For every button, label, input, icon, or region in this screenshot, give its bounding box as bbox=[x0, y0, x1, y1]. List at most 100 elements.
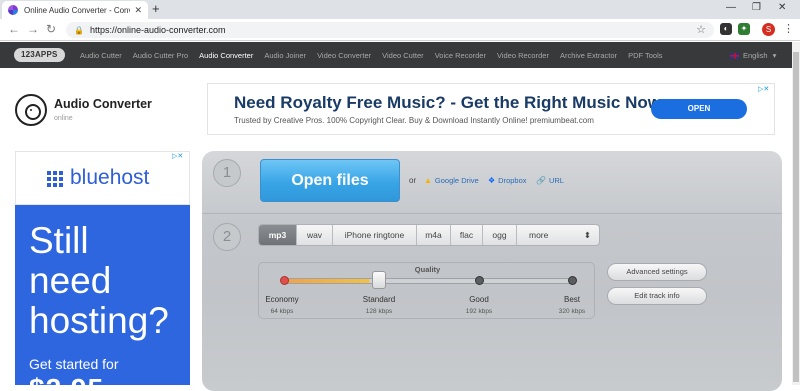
nav-link-video-recorder[interactable]: Video Recorder bbox=[497, 51, 549, 60]
link-icon: 🔗 bbox=[536, 176, 546, 185]
format-more-dropdown[interactable]: more ⬍ bbox=[517, 225, 599, 245]
address-bar[interactable]: 🔒 https://online-audio-converter.com ☆ bbox=[66, 22, 714, 38]
advanced-settings-button[interactable]: Advanced settings bbox=[607, 263, 707, 281]
ad-headline[interactable]: Need Royalty Free Music? - Get the Right… bbox=[234, 93, 665, 113]
google-drive-label: Google Drive bbox=[434, 176, 479, 185]
site-nav-bar: 123APPS Audio Cutter Audio Cutter Pro Au… bbox=[0, 42, 792, 68]
nav-link-audio-cutter-pro[interactable]: Audio Cutter Pro bbox=[133, 51, 188, 60]
quality-level-bitrate: 192 kbps bbox=[465, 308, 493, 315]
side-ad-headline-line: hosting? bbox=[29, 300, 169, 341]
format-tab-mp3[interactable]: mp3 bbox=[259, 225, 297, 245]
quality-level-bitrate: 64 kbps bbox=[270, 308, 294, 315]
nav-link-archive-extractor[interactable]: Archive Extractor bbox=[560, 51, 617, 60]
url-text: https://online-audio-converter.com bbox=[89, 25, 226, 35]
quality-label: Quality bbox=[414, 265, 441, 274]
extension-icon[interactable]: ✦ bbox=[738, 23, 750, 35]
bluehost-logo-icon bbox=[47, 171, 63, 187]
vinyl-disc-icon bbox=[15, 94, 47, 126]
quality-level-name: Good bbox=[469, 295, 489, 304]
ad-text: Trusted by Creative Pros. 100% Copyright… bbox=[234, 116, 594, 125]
url-link[interactable]: 🔗 URL bbox=[536, 176, 564, 185]
adchoices-icon[interactable]: ▷✕ bbox=[758, 85, 769, 93]
open-files-button[interactable]: Open files bbox=[260, 159, 400, 202]
quality-stop-good[interactable] bbox=[475, 276, 484, 285]
converter-panel: 1 Open files or ▲ Google Drive ❖ Dropbox… bbox=[202, 151, 782, 391]
side-ad-headline-line: Still bbox=[29, 220, 89, 261]
banner-ad[interactable]: Need Royalty Free Music? - Get the Right… bbox=[207, 83, 775, 135]
browser-menu-icon[interactable]: ⋮ bbox=[783, 22, 794, 35]
back-icon[interactable]: ← bbox=[8, 22, 20, 36]
or-label: or bbox=[409, 176, 417, 185]
browser-titlebar: Online Audio Converter - Conver ✕ + — ❐ … bbox=[0, 0, 800, 19]
google-drive-icon: ▲ bbox=[424, 176, 432, 185]
nav-link-audio-cutter[interactable]: Audio Cutter bbox=[80, 51, 122, 60]
scrollbar-thumb[interactable] bbox=[793, 52, 799, 382]
forward-icon[interactable]: → bbox=[27, 22, 39, 36]
quality-level-bitrate: 128 kbps bbox=[365, 308, 393, 315]
ad-open-button[interactable]: OPEN bbox=[651, 99, 747, 119]
close-tab-icon[interactable]: ✕ bbox=[134, 5, 142, 16]
step-divider bbox=[202, 213, 782, 214]
side-ad-headline: Still need hosting? bbox=[29, 221, 169, 341]
nav-link-video-cutter[interactable]: Video Cutter bbox=[382, 51, 424, 60]
nav-link-voice-recorder[interactable]: Voice Recorder bbox=[435, 51, 486, 60]
close-window-button[interactable]: ✕ bbox=[778, 2, 786, 13]
side-ad-brand: bluehost bbox=[70, 166, 150, 189]
side-ad-cta: Get started for bbox=[29, 356, 119, 372]
browser-tab[interactable]: Online Audio Converter - Conver ✕ bbox=[2, 1, 148, 19]
uk-flag-icon bbox=[730, 52, 739, 59]
nav-link-audio-converter[interactable]: Audio Converter bbox=[199, 51, 253, 60]
lock-icon: 🔒 bbox=[74, 25, 84, 35]
step-2-badge: 2 bbox=[213, 223, 241, 251]
format-tab-iphone-ringtone[interactable]: iPhone ringtone bbox=[333, 225, 417, 245]
side-ad-headline-line: need bbox=[29, 260, 112, 301]
format-tab-m4a[interactable]: m4a bbox=[417, 225, 451, 245]
browser-toolbar: ← → ↻ 🔒 https://online-audio-converter.c… bbox=[0, 19, 800, 41]
format-more-label: more bbox=[529, 230, 549, 240]
extension-icon[interactable]: ◐ bbox=[720, 23, 732, 35]
nav-link-audio-joiner[interactable]: Audio Joiner bbox=[264, 51, 306, 60]
dropbox-icon: ❖ bbox=[488, 176, 496, 185]
quality-level-name: Economy bbox=[265, 295, 299, 304]
format-tab-wav[interactable]: wav bbox=[297, 225, 333, 245]
adchoices-icon[interactable]: ▷✕ bbox=[172, 152, 183, 160]
new-tab-button[interactable]: + bbox=[152, 2, 160, 16]
updown-arrow-icon: ⬍ bbox=[583, 230, 591, 240]
nav-link-pdf-tools[interactable]: PDF Tools bbox=[628, 51, 662, 60]
page-subtitle: online bbox=[54, 115, 73, 122]
quality-level-name: Standard bbox=[362, 295, 396, 304]
format-tab-ogg[interactable]: ogg bbox=[483, 225, 517, 245]
brand-logo[interactable]: 123APPS bbox=[14, 48, 65, 62]
nav-link-video-converter[interactable]: Video Converter bbox=[317, 51, 371, 60]
quality-slider-box: Quality Economy 64 kbps Standard 128 kbp… bbox=[258, 262, 595, 319]
google-drive-link[interactable]: ▲ Google Drive bbox=[424, 176, 479, 185]
dropbox-label: Dropbox bbox=[498, 176, 527, 185]
reload-icon[interactable]: ↻ bbox=[46, 22, 56, 36]
url-label: URL bbox=[548, 176, 564, 185]
edit-track-info-button[interactable]: Edit track info bbox=[607, 287, 707, 305]
format-tab-flac[interactable]: flac bbox=[451, 225, 483, 245]
side-ad-header[interactable]: bluehost ▷✕ bbox=[15, 151, 190, 205]
quality-level-name: Best bbox=[563, 295, 580, 304]
quality-stop-economy[interactable] bbox=[280, 276, 289, 285]
side-ad-body[interactable]: Still need hosting? Get started for $2.9… bbox=[15, 205, 190, 385]
restore-button[interactable]: ❐ bbox=[752, 2, 761, 13]
dropbox-link[interactable]: ❖ Dropbox bbox=[488, 176, 527, 185]
quality-stop-best[interactable] bbox=[568, 276, 577, 285]
bookmark-star-icon[interactable]: ☆ bbox=[696, 23, 706, 36]
language-selector[interactable]: English ▾ bbox=[730, 51, 776, 60]
tab-title: Online Audio Converter - Conver bbox=[24, 5, 131, 15]
quality-slider-track[interactable] bbox=[281, 278, 575, 284]
language-label: English bbox=[743, 51, 768, 60]
chevron-down-icon: ▾ bbox=[772, 51, 777, 60]
quality-slider-thumb[interactable] bbox=[372, 271, 386, 289]
site-favicon-icon bbox=[8, 5, 18, 15]
minimize-button[interactable]: — bbox=[726, 2, 736, 13]
page-title: Audio Converter bbox=[54, 97, 152, 111]
step-1-badge: 1 bbox=[213, 159, 241, 187]
profile-avatar[interactable]: S bbox=[762, 23, 775, 36]
page-scrollbar[interactable] bbox=[792, 42, 800, 385]
format-selector: mp3 wav iPhone ringtone m4a flac ogg mor… bbox=[258, 224, 600, 246]
quality-level-bitrate: 320 kbps bbox=[558, 308, 586, 315]
side-ad-price: $2.95 bbox=[29, 373, 104, 385]
